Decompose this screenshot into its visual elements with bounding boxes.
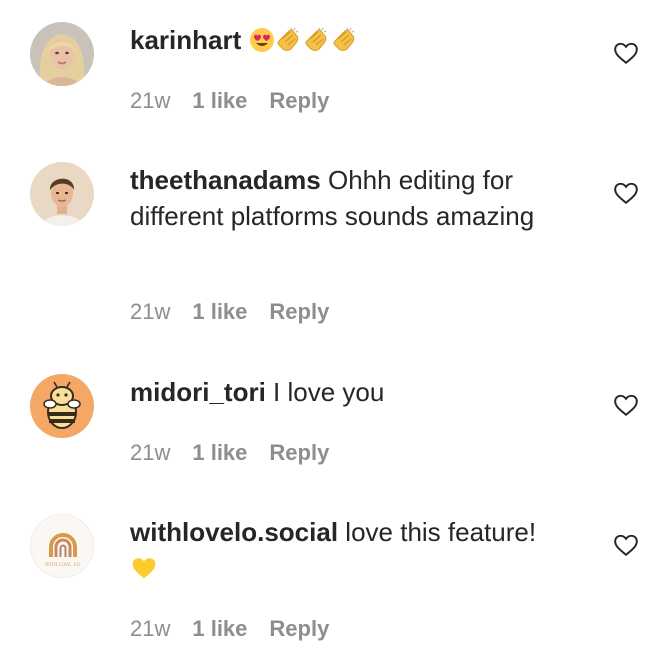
comment-meta: 21w 1 like Reply (130, 440, 351, 466)
comment-meta: 21w 1 like Reply (130, 299, 351, 325)
reply-button[interactable]: Reply (269, 616, 329, 641)
comment-time[interactable]: 21w (130, 440, 170, 465)
comment-meta: 21w 1 like Reply (130, 88, 351, 114)
comment-likes[interactable]: 1 like (192, 299, 247, 324)
avatar-cartoon-bee-icon (30, 374, 94, 438)
like-heart-icon[interactable] (613, 40, 639, 66)
comment-username[interactable]: withlovelo.social (130, 517, 338, 547)
comment-text: love this feature! (345, 517, 537, 547)
avatar-blonde-woman-icon (30, 22, 94, 86)
reply-button[interactable]: Reply (269, 88, 329, 113)
avatar[interactable] (30, 162, 94, 226)
comment-body: withlovelo.social love this feature! (130, 514, 600, 590)
comment-body: karinhart (130, 22, 600, 62)
comment-username[interactable]: theethanadams (130, 165, 321, 195)
avatar[interactable] (30, 22, 94, 86)
logo-text: WITH LOVE, LO. (45, 562, 81, 567)
smiling-face-with-heart-eyes-icon (249, 26, 275, 62)
avatar[interactable]: WITH LOVE, LO. (30, 514, 94, 578)
avatar-rainbow-logo-icon: WITH LOVE, LO. (31, 515, 93, 577)
comment-likes[interactable]: 1 like (192, 616, 247, 641)
reply-button[interactable]: Reply (269, 440, 329, 465)
comment-time[interactable]: 21w (130, 299, 170, 324)
comment-text: I love you (273, 377, 385, 407)
comment-body: midori_tori I love you (130, 374, 600, 410)
comment-username[interactable]: karinhart (130, 25, 241, 55)
comment-meta: 21w 1 like Reply (130, 616, 351, 642)
comment-likes[interactable]: 1 like (192, 440, 247, 465)
clapping-hands-icon (275, 26, 303, 62)
clapping-hands-icon (303, 26, 331, 62)
comment-username[interactable]: midori_tori (130, 377, 266, 407)
clapping-hands-icon (331, 26, 359, 62)
like-heart-icon[interactable] (613, 392, 639, 418)
comment-time[interactable]: 21w (130, 616, 170, 641)
like-heart-icon[interactable] (613, 532, 639, 558)
reply-button[interactable]: Reply (269, 299, 329, 324)
avatar[interactable] (30, 374, 94, 438)
avatar-young-man-icon (30, 162, 94, 226)
comment-time[interactable]: 21w (130, 88, 170, 113)
comment-likes[interactable]: 1 like (192, 88, 247, 113)
like-heart-icon[interactable] (613, 180, 639, 206)
comment-body: theethanadams Ohhh editing for different… (130, 162, 600, 234)
yellow-heart-icon (130, 554, 158, 590)
